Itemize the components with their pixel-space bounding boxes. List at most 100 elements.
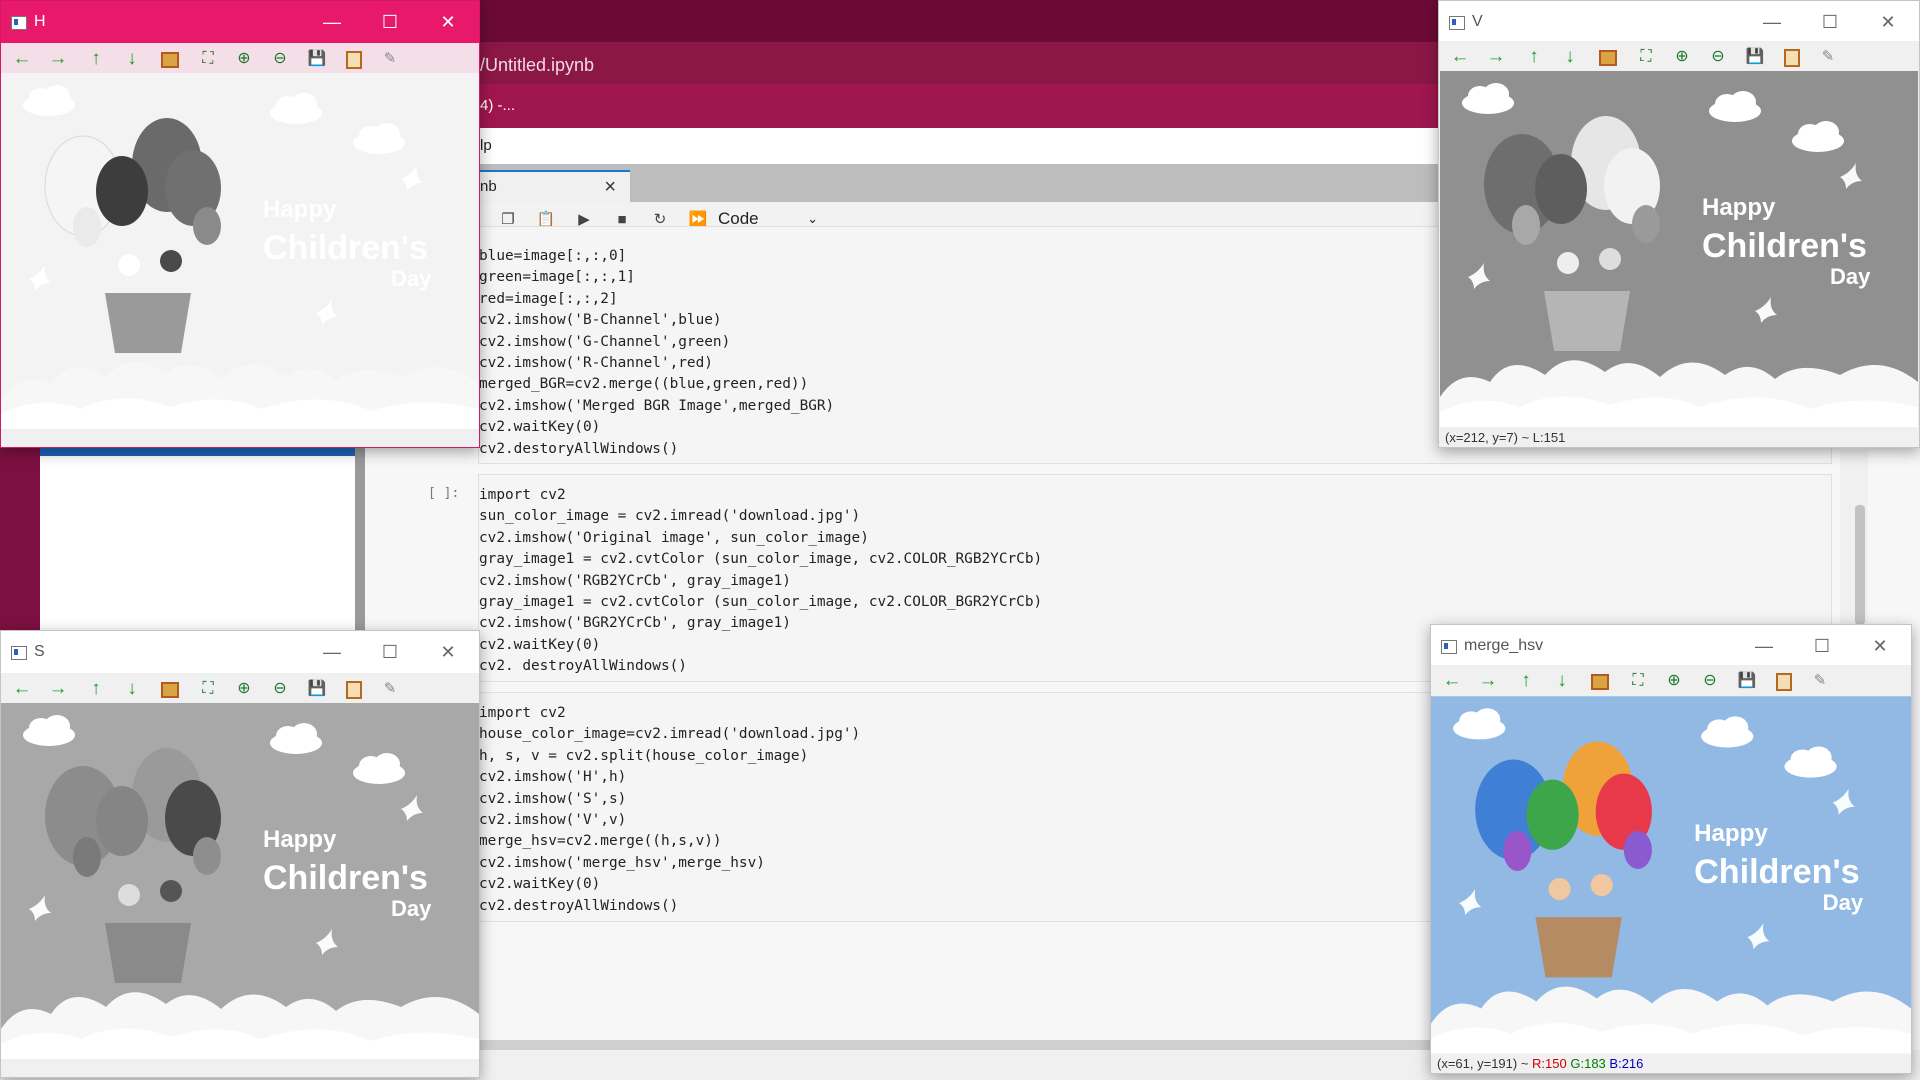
- minimize-icon[interactable]: —: [1759, 9, 1785, 35]
- maximize-icon[interactable]: ☐: [377, 9, 403, 35]
- code-line[interactable]: cv2.imshow('merge_hsv',merge_hsv): [479, 853, 860, 874]
- code-line[interactable]: cv2.imshow('S',s): [479, 789, 860, 810]
- code-line[interactable]: h, s, v = cv2.split(house_color_image): [479, 746, 860, 767]
- pan-up-icon[interactable]: ↑: [85, 678, 107, 700]
- zoom-original-icon[interactable]: [1591, 674, 1609, 690]
- zoom-in-icon[interactable]: ⊕: [1663, 670, 1685, 692]
- zoom-original-icon[interactable]: [1599, 50, 1617, 66]
- pan-up-icon[interactable]: ↑: [85, 48, 107, 70]
- properties-icon[interactable]: ✎: [1817, 46, 1839, 68]
- zoom-out-icon[interactable]: ⊖: [269, 48, 291, 70]
- code-cell-3-source[interactable]: import cv2 house_color_image=cv2.imread('…: [479, 703, 860, 917]
- code-line[interactable]: sun_color_image = cv2.imread('download.j…: [479, 506, 1042, 527]
- pan-right-icon[interactable]: →: [1477, 670, 1499, 692]
- code-line[interactable]: cv2.imshow('V',v): [479, 810, 860, 831]
- code-line[interactable]: cv2.imshow('G-Channel',green): [479, 332, 834, 353]
- code-line[interactable]: cv2.waitKey(0): [479, 417, 834, 438]
- zoom-fit-icon[interactable]: ⛶: [197, 678, 219, 700]
- minimize-icon[interactable]: —: [319, 639, 345, 665]
- window-s-image[interactable]: Happy Children's Day: [1, 703, 479, 1059]
- scrollbar-thumb[interactable]: [1855, 505, 1865, 625]
- code-line[interactable]: gray_image1 = cv2.cvtColor (sun_color_im…: [479, 592, 1042, 613]
- close-icon[interactable]: ✕: [435, 9, 461, 35]
- window-h-title-bar[interactable]: H — ☐ ✕: [1, 1, 479, 43]
- close-icon[interactable]: ✕: [435, 639, 461, 665]
- code-line[interactable]: import cv2: [479, 703, 860, 724]
- code-line[interactable]: cv2.imshow('H',h): [479, 767, 860, 788]
- horizontal-scrollbar[interactable]: [480, 1040, 1480, 1050]
- code-line[interactable]: green=image[:,:,1]: [479, 267, 834, 288]
- code-line[interactable]: cv2.imshow('RGB2YCrCb', gray_image1): [479, 571, 1042, 592]
- code-line[interactable]: gray_image1 = cv2.cvtColor (sun_color_im…: [479, 549, 1042, 570]
- window-merge-hsv[interactable]: merge_hsv — ☐ ✕ ← → ↑ ↓ ⛶ ⊕ ⊖ 💾 ✎ Happy …: [1430, 624, 1912, 1074]
- copy-clipboard-icon[interactable]: [346, 681, 362, 699]
- window-merge-hsv-title-bar[interactable]: merge_hsv — ☐ ✕: [1431, 625, 1911, 667]
- properties-icon[interactable]: ✎: [1809, 670, 1831, 692]
- code-line[interactable]: cv2.imshow('BGR2YCrCb', gray_image1): [479, 613, 1042, 634]
- pan-down-icon[interactable]: ↓: [121, 48, 143, 70]
- zoom-fit-icon[interactable]: ⛶: [197, 48, 219, 70]
- maximize-icon[interactable]: ☐: [377, 639, 403, 665]
- pan-right-icon[interactable]: →: [1485, 46, 1507, 68]
- copy-clipboard-icon[interactable]: [1776, 673, 1792, 691]
- pan-up-icon[interactable]: ↑: [1523, 46, 1545, 68]
- minimize-icon[interactable]: —: [1751, 633, 1777, 659]
- code-line[interactable]: cv2.destroyAllWindows(): [479, 896, 860, 917]
- copy-clipboard-icon[interactable]: [346, 51, 362, 69]
- tab-notebook[interactable]: nb ×: [480, 170, 630, 204]
- copy-clipboard-icon[interactable]: [1784, 49, 1800, 67]
- code-line[interactable]: cv2.imshow('R-Channel',red): [479, 353, 834, 374]
- window-v-title-bar[interactable]: V — ☐ ✕: [1439, 1, 1919, 43]
- pan-right-icon[interactable]: →: [47, 678, 69, 700]
- code-line[interactable]: cv2.imshow('Merged BGR Image',merged_BGR…: [479, 396, 834, 417]
- window-v-image[interactable]: Happy Children's Day: [1439, 71, 1919, 427]
- code-line[interactable]: merged_BGR=cv2.merge((blue,green,red)): [479, 374, 834, 395]
- maximize-icon[interactable]: ☐: [1809, 633, 1835, 659]
- zoom-out-icon[interactable]: ⊖: [1707, 46, 1729, 68]
- save-icon[interactable]: 💾: [1736, 670, 1758, 692]
- zoom-in-icon[interactable]: ⊕: [233, 48, 255, 70]
- zoom-fit-icon[interactable]: ⛶: [1635, 46, 1657, 68]
- pan-down-icon[interactable]: ↓: [1551, 670, 1573, 692]
- pan-left-icon[interactable]: ←: [11, 48, 33, 70]
- code-line[interactable]: red=image[:,:,2]: [479, 289, 834, 310]
- close-icon[interactable]: ✕: [1875, 9, 1901, 35]
- pan-down-icon[interactable]: ↓: [121, 678, 143, 700]
- code-line[interactable]: blue=image[:,:,0]: [479, 246, 834, 267]
- zoom-original-icon[interactable]: [161, 682, 179, 698]
- window-s[interactable]: S — ☐ ✕ ← → ↑ ↓ ⛶ ⊕ ⊖ 💾 ✎ Happy Children…: [0, 630, 480, 1078]
- zoom-in-icon[interactable]: ⊕: [1671, 46, 1693, 68]
- code-line[interactable]: cv2.imshow('B-Channel',blue): [479, 310, 834, 331]
- zoom-in-icon[interactable]: ⊕: [233, 678, 255, 700]
- code-line[interactable]: cv2.waitKey(0): [479, 874, 860, 895]
- pan-left-icon[interactable]: ←: [11, 678, 33, 700]
- code-line[interactable]: cv2.imshow('Original image', sun_color_i…: [479, 528, 1042, 549]
- pan-right-icon[interactable]: →: [47, 48, 69, 70]
- window-merge-hsv-image[interactable]: Happy Children's Day: [1431, 695, 1911, 1055]
- window-v[interactable]: V — ☐ ✕ ← → ↑ ↓ ⛶ ⊕ ⊖ 💾 ✎ Happy Children…: [1438, 0, 1920, 448]
- pan-up-icon[interactable]: ↑: [1515, 670, 1537, 692]
- window-s-title-bar[interactable]: S — ☐ ✕: [1, 631, 479, 673]
- zoom-out-icon[interactable]: ⊖: [269, 678, 291, 700]
- code-cell-1-source[interactable]: blue=image[:,:,0] green=image[:,:,1] red=i…: [479, 246, 834, 460]
- properties-icon[interactable]: ✎: [379, 678, 401, 700]
- pan-left-icon[interactable]: ←: [1449, 46, 1471, 68]
- zoom-out-icon[interactable]: ⊖: [1699, 670, 1721, 692]
- zoom-original-icon[interactable]: [161, 52, 179, 68]
- code-line[interactable]: house_color_image=cv2.imread('download.j…: [479, 724, 860, 745]
- window-h[interactable]: H — ☐ ✕ ← → ↑ ↓ ⛶ ⊕ ⊖ 💾 ✎ Happy Children…: [0, 0, 480, 448]
- pan-left-icon[interactable]: ←: [1441, 670, 1463, 692]
- maximize-icon[interactable]: ☐: [1817, 9, 1843, 35]
- zoom-fit-icon[interactable]: ⛶: [1627, 670, 1649, 692]
- code-cell-2-source[interactable]: import cv2 sun_color_image = cv2.imread('…: [479, 485, 1042, 678]
- save-icon[interactable]: 💾: [1744, 46, 1766, 68]
- code-line[interactable]: cv2. destroyAllWindows(): [479, 656, 1042, 677]
- minimize-icon[interactable]: —: [319, 9, 345, 35]
- menu-fragment[interactable]: 4) -...: [480, 97, 515, 114]
- code-line[interactable]: merge_hsv=cv2.merge((h,s,v)): [479, 831, 860, 852]
- code-line[interactable]: cv2.destoryAllWindows(): [479, 439, 834, 460]
- properties-icon[interactable]: ✎: [379, 48, 401, 70]
- close-icon[interactable]: ✕: [1867, 633, 1893, 659]
- window-h-image[interactable]: Happy Children's Day: [1, 73, 479, 429]
- close-tab-icon[interactable]: ×: [604, 172, 616, 202]
